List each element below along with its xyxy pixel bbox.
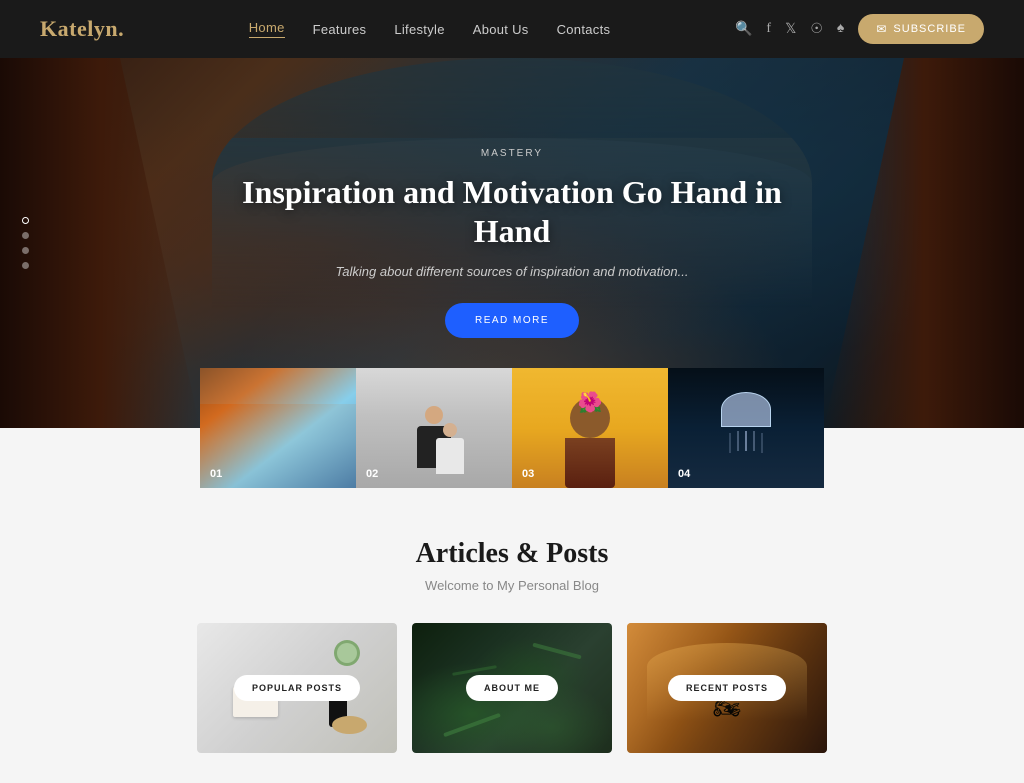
- subscribe-button[interactable]: SUBSCRIBE: [858, 14, 984, 44]
- twitter-icon[interactable]: 𝕏: [785, 21, 796, 38]
- gallery-num-4: 04: [678, 468, 690, 480]
- article-card-recent[interactable]: 🏍 RECENT POSTS: [627, 623, 827, 753]
- gallery-item-1[interactable]: 01: [200, 368, 356, 488]
- hero-category: MASTERY: [212, 148, 812, 159]
- article-card-about[interactable]: ABOUT ME: [412, 623, 612, 753]
- hat-icon: [332, 716, 367, 734]
- header-right: 🔍 f 𝕏 ☉ ♠ SUBSCRIBE: [735, 14, 984, 44]
- slide-dot-2[interactable]: [22, 232, 29, 239]
- hero-content: MASTERY Inspiration and Motivation Go Ha…: [192, 128, 832, 358]
- articles-title: Articles & Posts: [40, 538, 984, 570]
- slide-indicators: [22, 217, 29, 269]
- flower-icon: 🌺: [578, 390, 603, 415]
- recent-posts-label: RECENT POSTS: [668, 675, 786, 701]
- articles-grid: POPULAR POSTS ABOUT ME 🏍 RECENT POSTS: [40, 623, 984, 753]
- nav: Home Features Lifestyle About Us Contact…: [249, 20, 611, 38]
- gallery-strip: 01 02 🌺 03 04: [200, 368, 824, 488]
- logo[interactable]: Katelyn.: [40, 16, 124, 42]
- nav-home[interactable]: Home: [249, 20, 285, 38]
- gallery-item-3[interactable]: 🌺 03: [512, 368, 668, 488]
- instagram-icon[interactable]: ☉: [810, 21, 823, 38]
- hero-title: Inspiration and Motivation Go Hand in Ha…: [212, 173, 812, 250]
- article-card-popular[interactable]: POPULAR POSTS: [197, 623, 397, 753]
- about-me-label: ABOUT ME: [466, 675, 558, 701]
- popular-posts-label: POPULAR POSTS: [234, 675, 360, 701]
- search-icon[interactable]: 🔍: [735, 21, 752, 38]
- nav-lifestyle[interactable]: Lifestyle: [394, 22, 444, 37]
- logo-dot: .: [118, 16, 124, 41]
- nav-about[interactable]: About Us: [473, 22, 529, 37]
- nav-contacts[interactable]: Contacts: [557, 22, 611, 37]
- logo-text: Katelyn: [40, 16, 118, 41]
- dribbble-icon[interactable]: ♠: [837, 21, 844, 37]
- portrait-figure: 🌺: [565, 398, 615, 488]
- slide-dot-4[interactable]: [22, 262, 29, 269]
- gallery-item-4[interactable]: 04: [668, 368, 824, 488]
- read-more-button[interactable]: READ MORE: [445, 303, 579, 338]
- jellyfish-shape: [721, 392, 771, 427]
- slide-dot-3[interactable]: [22, 247, 29, 254]
- facebook-icon[interactable]: f: [766, 21, 771, 37]
- gallery-item-2[interactable]: 02: [356, 368, 512, 488]
- slide-dot-1[interactable]: [22, 217, 29, 224]
- articles-section: Articles & Posts Welcome to My Personal …: [0, 488, 1024, 783]
- gallery-num-2: 02: [366, 468, 378, 480]
- nav-features[interactable]: Features: [313, 22, 367, 37]
- articles-subtitle: Welcome to My Personal Blog: [40, 578, 984, 593]
- header: Katelyn. Home Features Lifestyle About U…: [0, 0, 1024, 58]
- gallery-num-3: 03: [522, 468, 534, 480]
- hero-subtitle: Talking about different sources of inspi…: [212, 264, 812, 279]
- gallery-num-1: 01: [210, 468, 222, 480]
